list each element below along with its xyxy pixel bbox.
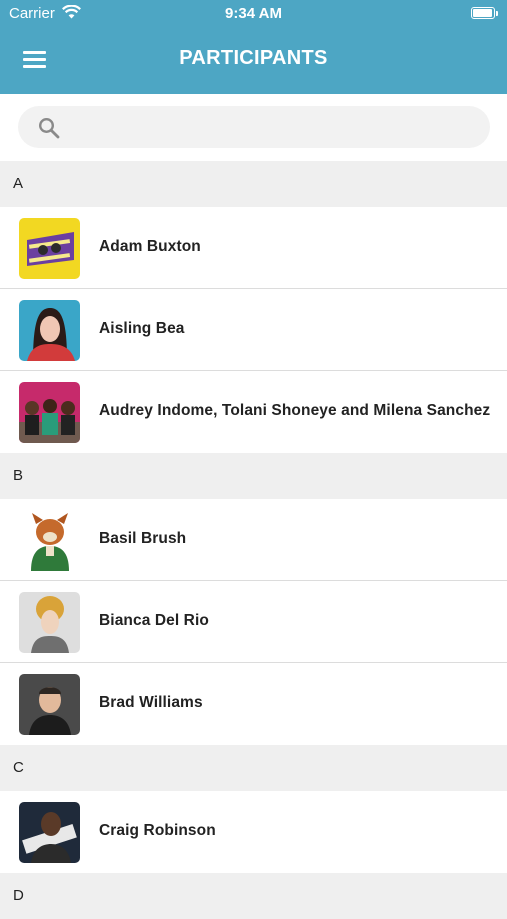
section-letter: B [13,467,24,484]
avatar [19,382,80,443]
participant-row[interactable]: Aisling Bea [0,289,507,371]
section-header-c: C [0,745,507,791]
search-icon [38,117,60,139]
search-bar [0,94,507,161]
navigation-bar: Carrier 9:34 AM PARTICIPANTS [0,0,507,94]
section-header-b: B [0,453,507,499]
participant-name: Aisling Bea [99,320,185,337]
section-letter: A [13,175,24,192]
participant-name: Audrey Indome, Tolani Shoneye and Milena… [99,402,491,419]
avatar [19,510,80,571]
avatar [19,802,80,863]
avatar [19,218,80,279]
search-input[interactable] [18,106,490,148]
participant-name: Craig Robinson [99,822,216,839]
battery-icon [471,7,498,19]
participant-name: Brad Williams [99,694,203,711]
participant-name: Bianca Del Rio [99,612,209,629]
avatar [19,300,80,361]
status-time: 9:34 AM [225,5,282,22]
participant-row[interactable]: Bianca Del Rio [0,581,507,663]
status-bar: Carrier 9:34 AM [0,0,507,28]
section-letter: C [13,759,24,776]
participant-name: Adam Buxton [99,238,201,255]
avatar [19,592,80,653]
avatar [19,674,80,735]
section-header-d: D [0,873,507,919]
participant-name: Basil Brush [99,530,187,547]
participant-row[interactable]: Adam Buxton [0,207,507,289]
section-header-a: A [0,161,507,207]
participant-row[interactable]: Audrey Indome, Tolani Shoneye and Milena… [0,371,507,453]
page-title: PARTICIPANTS [179,47,328,69]
participant-row[interactable]: Basil Brush [0,499,507,581]
participant-row[interactable]: Brad Williams [0,663,507,745]
participant-row[interactable]: Craig Robinson [0,791,507,873]
participants-list: A Adam Buxton Aisling Bea Audrey Indome,… [0,161,507,919]
section-letter: D [13,887,24,904]
